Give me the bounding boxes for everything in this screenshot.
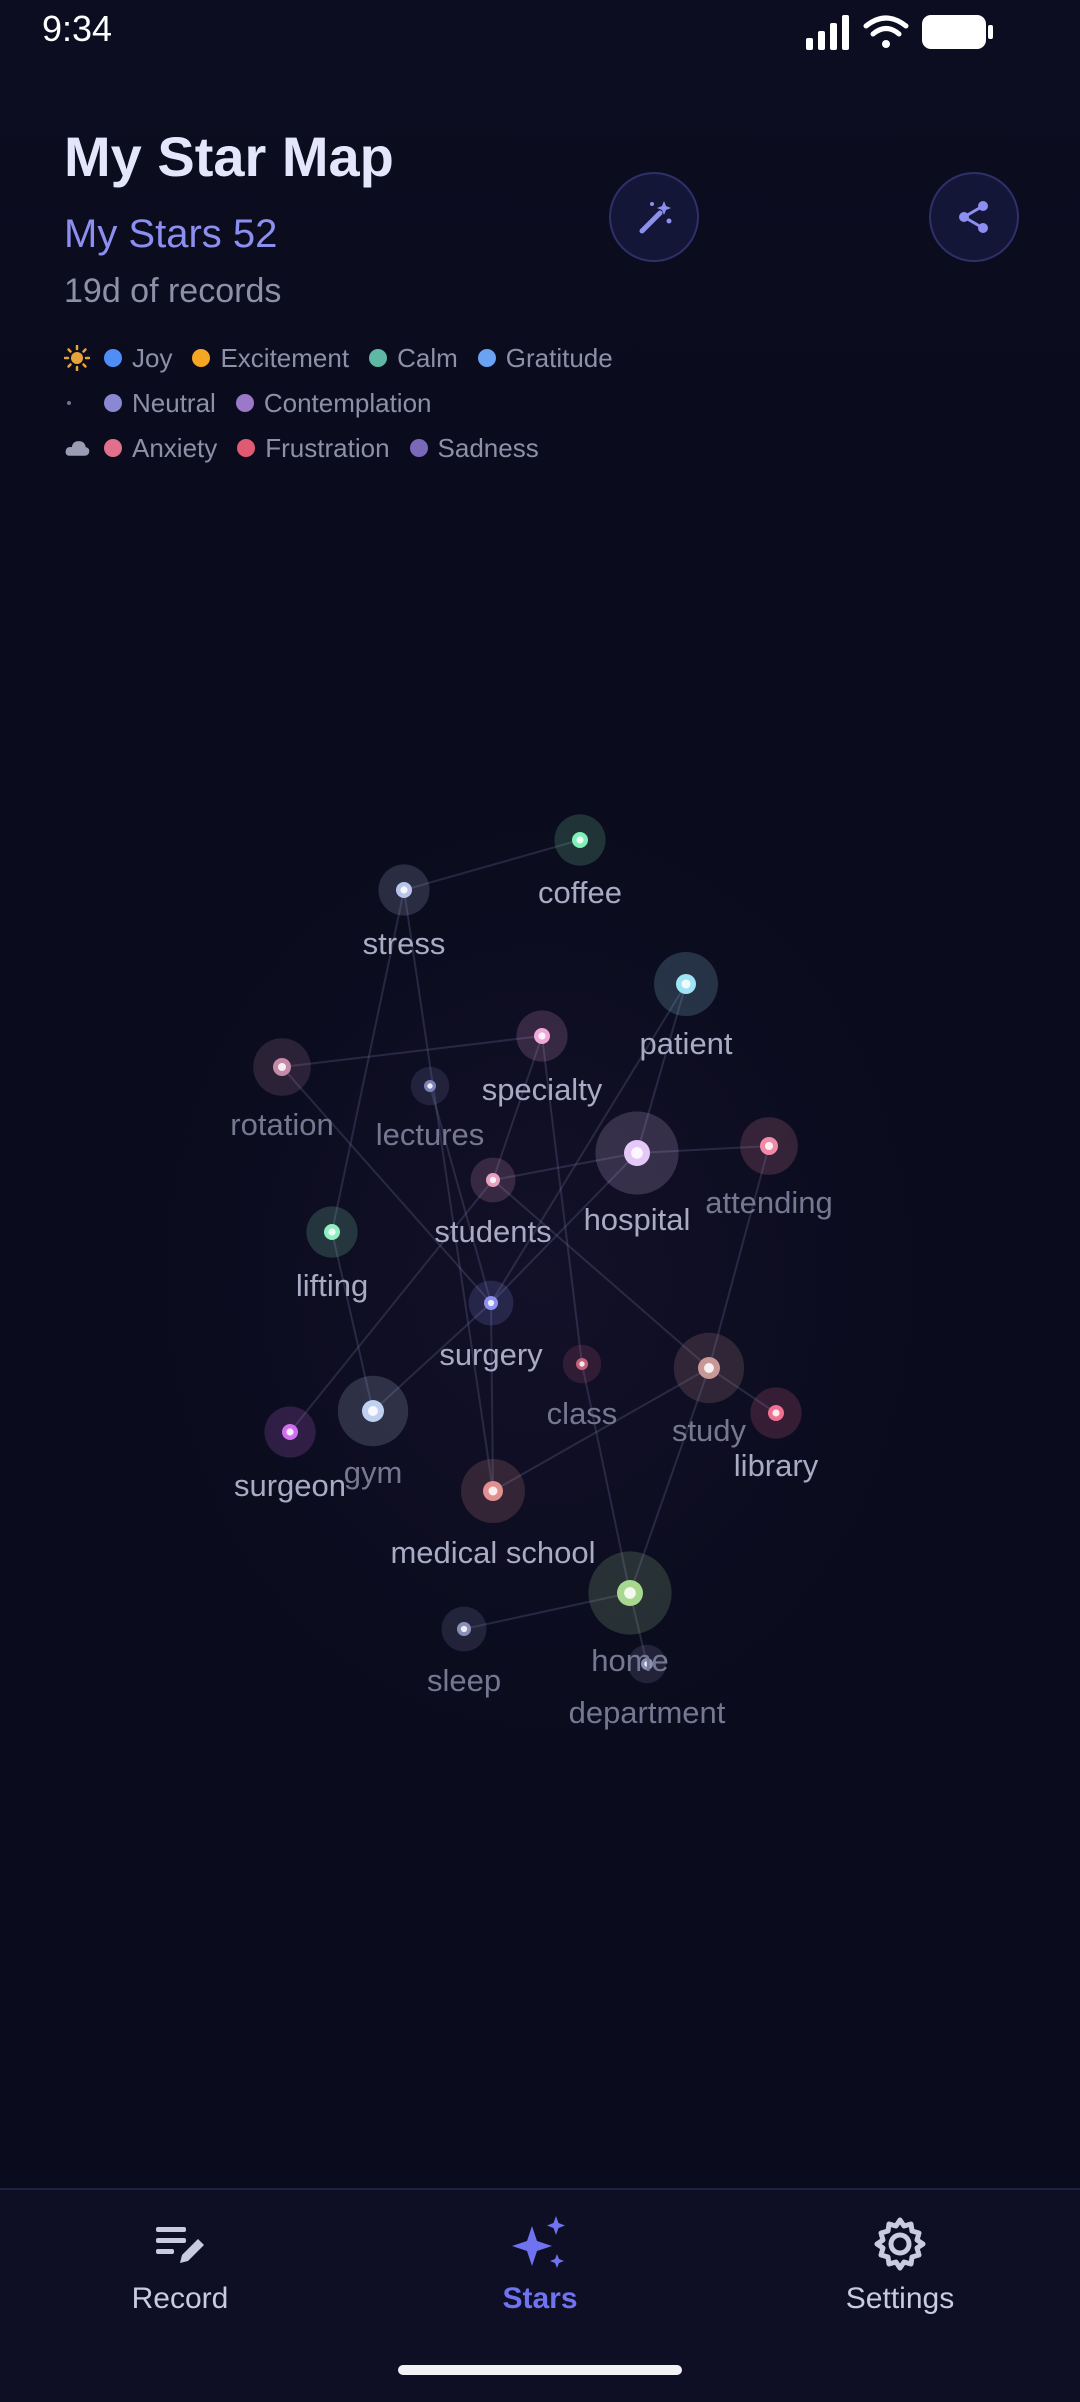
record-edit-icon bbox=[156, 2227, 204, 2263]
star-core bbox=[487, 1299, 495, 1307]
star-label[interactable]: surgeon bbox=[234, 1468, 346, 1504]
star-label[interactable]: department bbox=[569, 1695, 726, 1731]
star-core bbox=[427, 1083, 433, 1089]
star-label[interactable]: specialty bbox=[482, 1072, 603, 1108]
star-label[interactable]: gym bbox=[344, 1455, 403, 1491]
star-core bbox=[538, 1032, 546, 1040]
nav-record-label: Record bbox=[131, 2282, 229, 2315]
star-core bbox=[576, 836, 584, 844]
star-core bbox=[277, 1062, 287, 1072]
nav-stars-label: Stars bbox=[502, 2282, 578, 2315]
star-label[interactable]: hospital bbox=[584, 1202, 691, 1238]
nav-settings-label: Settings bbox=[845, 2282, 955, 2315]
star-label[interactable]: lectures bbox=[376, 1117, 485, 1153]
sparkles-icon bbox=[512, 2216, 565, 2268]
star-core bbox=[579, 1361, 585, 1367]
star-core bbox=[286, 1428, 294, 1436]
nav-stars[interactable]: Stars bbox=[420, 2210, 660, 2330]
home-indicator bbox=[398, 2365, 682, 2375]
star-core bbox=[681, 979, 691, 989]
star-map-canvas[interactable] bbox=[0, 0, 1080, 2400]
star-core bbox=[488, 1486, 498, 1496]
star-label[interactable]: class bbox=[547, 1396, 618, 1432]
nav-settings[interactable]: Settings bbox=[780, 2210, 1020, 2330]
star-label[interactable]: students bbox=[434, 1214, 551, 1250]
star-core bbox=[328, 1228, 336, 1236]
star-label[interactable]: stress bbox=[363, 926, 446, 962]
star-label[interactable]: rotation bbox=[230, 1107, 333, 1143]
star-label[interactable]: study bbox=[672, 1413, 746, 1449]
star-core bbox=[460, 1625, 468, 1633]
star-label[interactable]: lifting bbox=[296, 1268, 368, 1304]
star-label[interactable]: medical school bbox=[390, 1535, 595, 1571]
star-label[interactable]: patient bbox=[639, 1026, 732, 1062]
star-core bbox=[764, 1141, 774, 1151]
star-label[interactable]: coffee bbox=[538, 875, 622, 911]
star-core bbox=[631, 1147, 643, 1159]
star-label[interactable]: attending bbox=[705, 1185, 833, 1221]
star-label[interactable]: home bbox=[591, 1643, 669, 1679]
gear-icon bbox=[874, 2217, 926, 2271]
star-map[interactable]: coffee stress patient specialty rotation lect… bbox=[0, 0, 1080, 2400]
star-core bbox=[400, 886, 408, 894]
star-connection-line bbox=[281, 1035, 543, 1068]
star-core bbox=[624, 1587, 636, 1599]
star-label[interactable]: surgery bbox=[439, 1337, 542, 1373]
star-core bbox=[368, 1406, 378, 1416]
star-core bbox=[772, 1409, 780, 1417]
star-label[interactable]: sleep bbox=[427, 1663, 501, 1699]
nav-record[interactable]: Record bbox=[60, 2210, 300, 2330]
star-core bbox=[489, 1176, 497, 1184]
star-core bbox=[704, 1363, 714, 1373]
star-label[interactable]: library bbox=[734, 1448, 818, 1484]
